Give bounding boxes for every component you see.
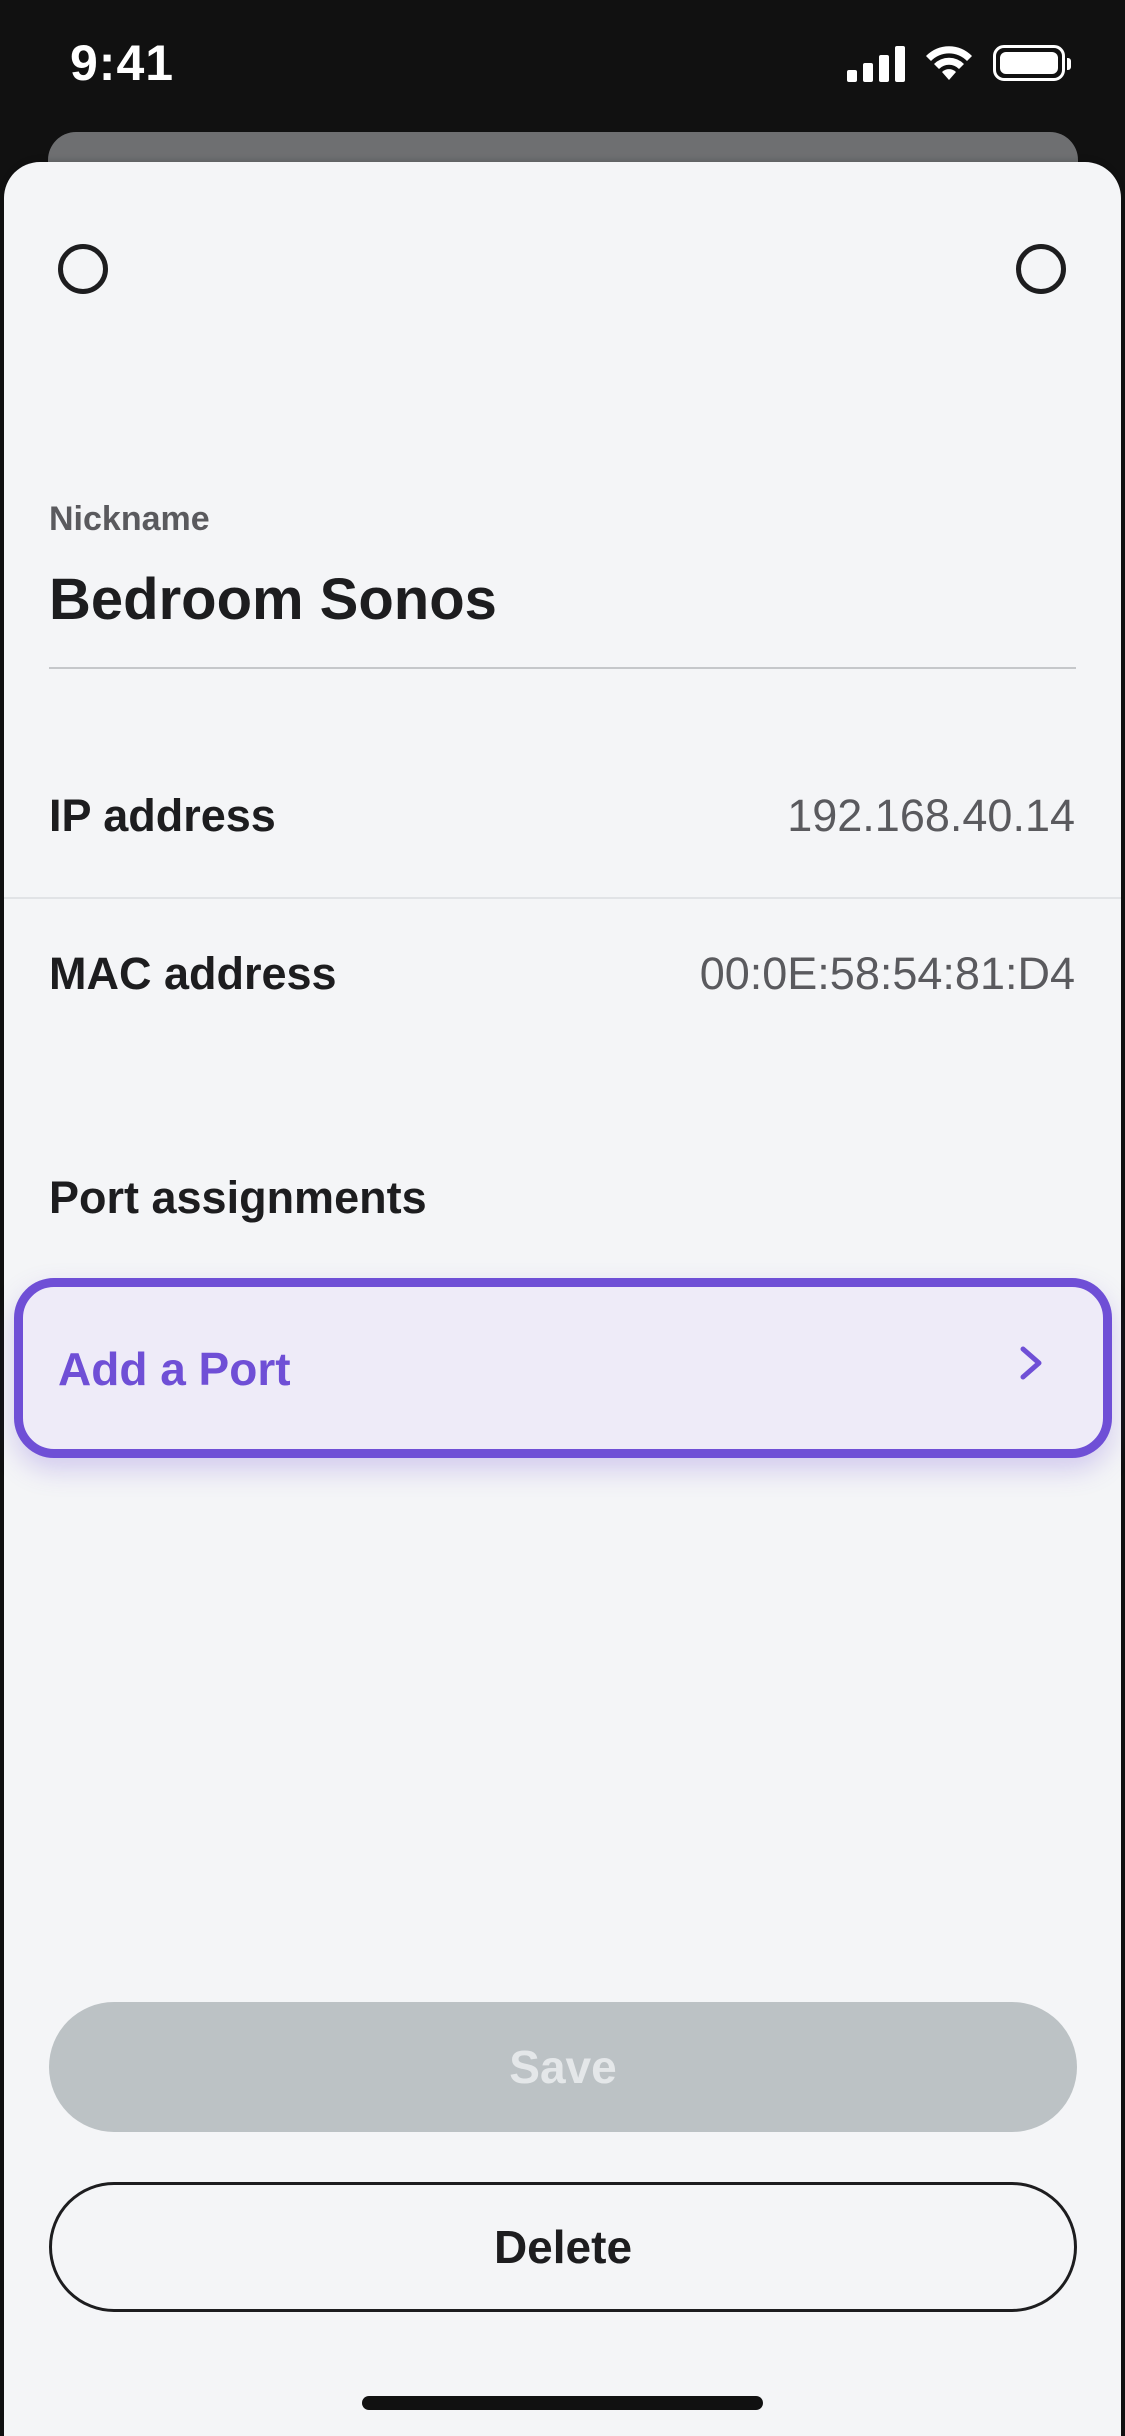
- home-indicator: [362, 2396, 763, 2410]
- battery-icon: [993, 45, 1071, 81]
- status-bar: 9:41: [0, 0, 1125, 140]
- chevron-right-icon: [1020, 1346, 1042, 1380]
- add-port-row[interactable]: Add a Port: [14, 1278, 1112, 1458]
- mac-address-value: 00:0E:58:54:81:D4: [699, 948, 1075, 999]
- wifi-icon: [926, 46, 972, 80]
- nickname-field[interactable]: Bedroom Sonos: [49, 566, 497, 633]
- cellular-signal-icon: [847, 44, 905, 82]
- port-assignments-title: Port assignments: [49, 1172, 427, 1223]
- ip-address-value: 192.168.40.14: [787, 790, 1075, 841]
- delete-button[interactable]: Delete: [49, 2182, 1077, 2312]
- mac-address-label: MAC address: [49, 948, 337, 999]
- save-button[interactable]: Save: [49, 2002, 1077, 2132]
- nickname-label: Nickname: [49, 500, 210, 538]
- add-port-label: Add a Port: [58, 1343, 291, 1395]
- nickname-underline: [49, 667, 1076, 669]
- status-time: 9:41: [70, 35, 175, 91]
- status-icons: [847, 44, 1071, 82]
- left-circle-button[interactable]: [58, 244, 108, 294]
- right-circle-button[interactable]: [1016, 244, 1066, 294]
- ip-address-label: IP address: [49, 790, 276, 841]
- divider: [4, 897, 1121, 899]
